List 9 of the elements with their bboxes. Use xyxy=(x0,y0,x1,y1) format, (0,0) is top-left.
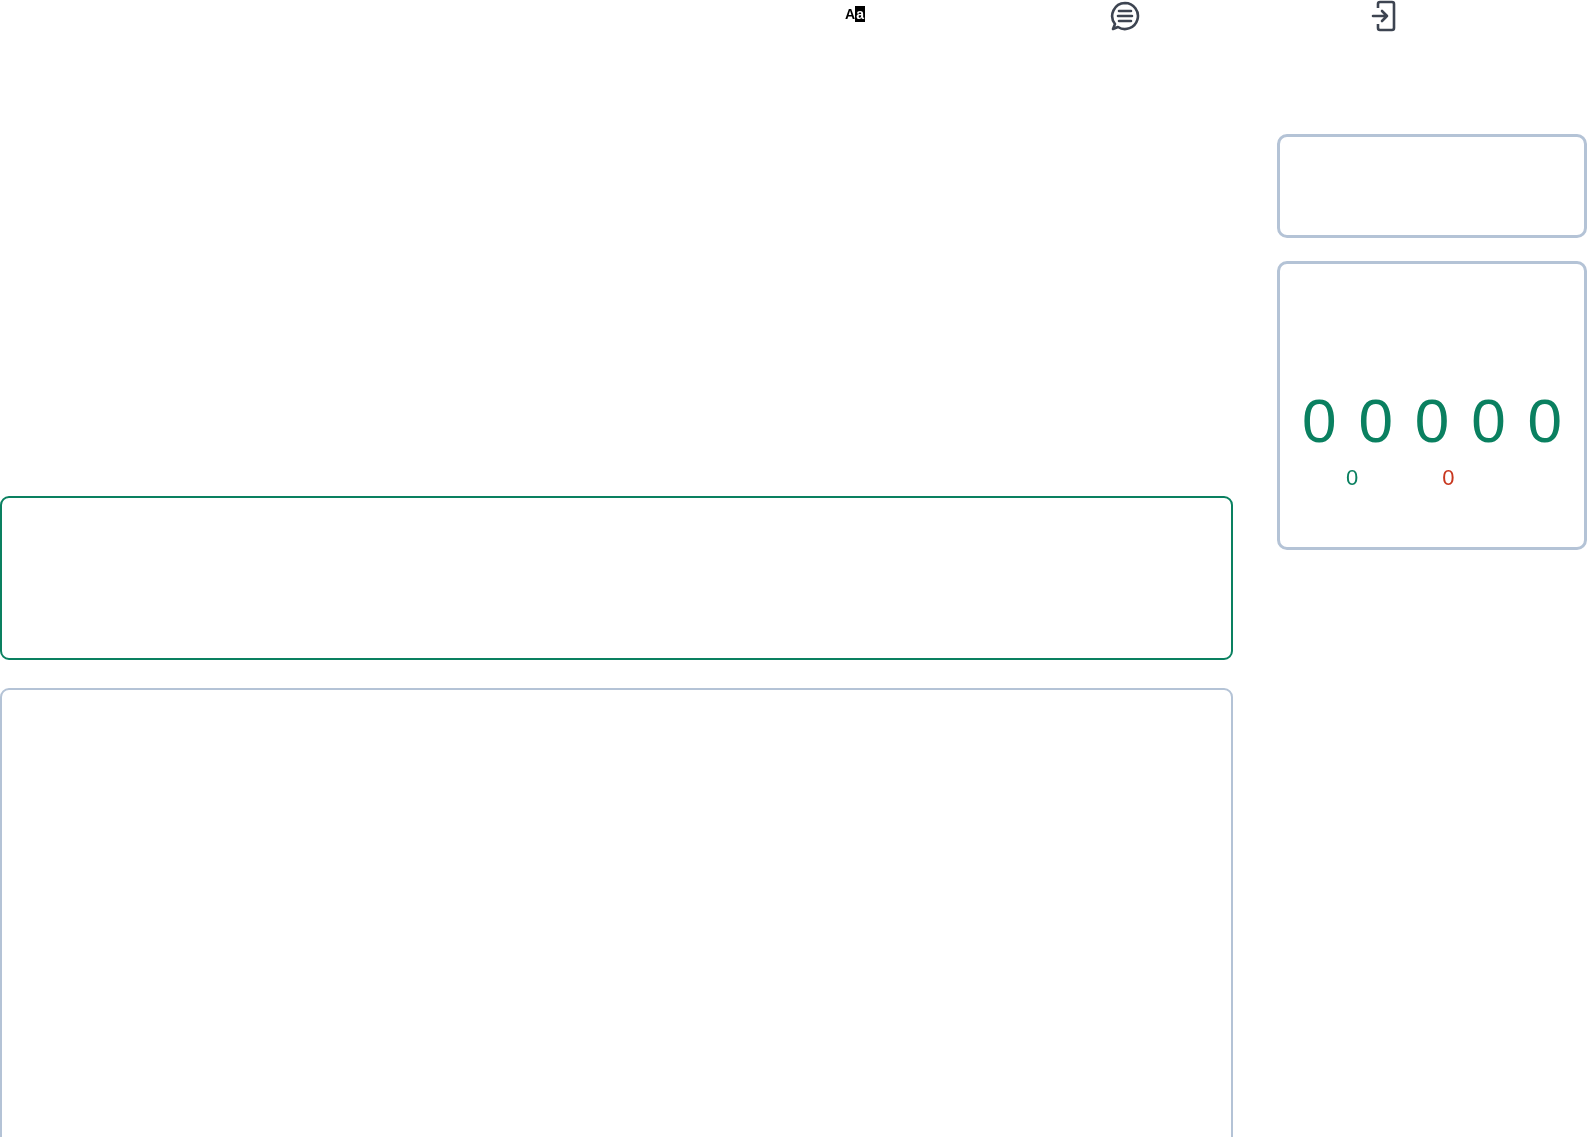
score-digit: 0 xyxy=(1527,390,1562,452)
login-icon[interactable] xyxy=(1370,0,1396,32)
score-digit: 0 xyxy=(1302,390,1337,452)
score-digit: 0 xyxy=(1414,390,1450,452)
score-digit: 0 xyxy=(1471,390,1506,452)
counter-value: 0 xyxy=(1346,466,1359,490)
counter-value: 0 xyxy=(1442,466,1455,490)
chat-icon[interactable] xyxy=(1109,0,1141,32)
score-digit: 0 xyxy=(1358,390,1393,452)
